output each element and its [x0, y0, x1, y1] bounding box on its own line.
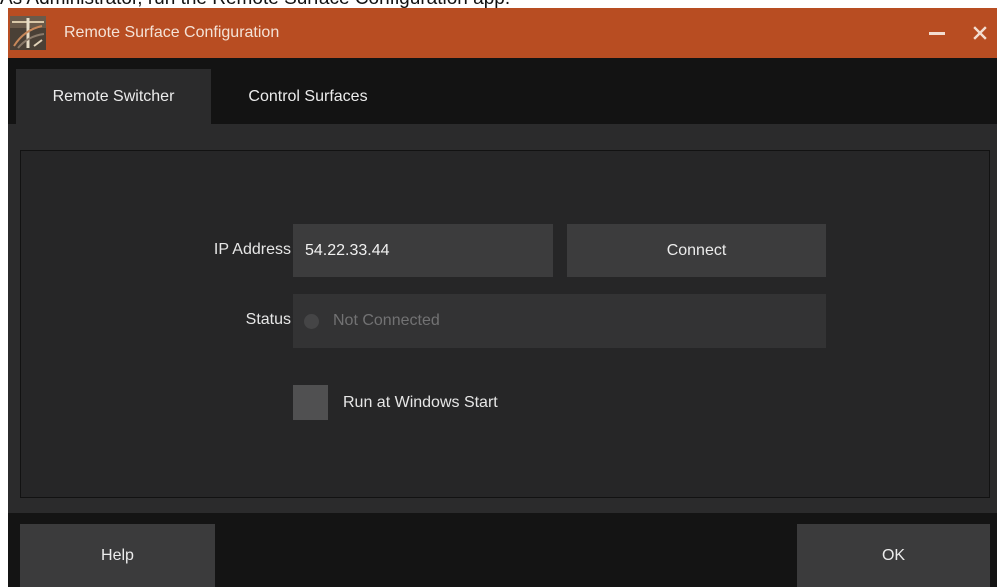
status-field: Not Connected	[293, 294, 826, 348]
title-bar: Remote Surface Configuration	[8, 8, 997, 58]
close-button[interactable]	[963, 8, 997, 58]
status-label: Status	[245, 311, 291, 328]
remote-switcher-panel: IP Address 54.22.33.44 Connect Status No…	[20, 150, 990, 498]
minimize-button[interactable]	[917, 8, 957, 58]
connect-button[interactable]: Connect	[567, 224, 826, 277]
tab-control-surfaces[interactable]: Control Surfaces	[224, 69, 392, 124]
close-icon	[973, 26, 987, 40]
window-title: Remote Surface Configuration	[64, 24, 280, 41]
ok-button[interactable]: OK	[797, 524, 990, 587]
tab-bar: Remote Switcher Control Surfaces	[8, 58, 997, 124]
tab-remote-switcher[interactable]: Remote Switcher	[16, 69, 211, 124]
remote-surface-configuration-window: Remote Surface Configuration Remote Swit…	[8, 8, 997, 587]
minimize-icon	[929, 32, 945, 35]
status-indicator-icon	[304, 314, 319, 329]
run-at-windows-start-checkbox[interactable]	[293, 385, 328, 420]
ip-address-input[interactable]: 54.22.33.44	[293, 224, 553, 277]
ip-address-label: IP Address	[213, 241, 291, 258]
tab-content: IP Address 54.22.33.44 Connect Status No…	[8, 124, 997, 513]
app-logo-icon	[10, 16, 46, 50]
footer-bar: Help OK	[8, 513, 997, 587]
run-at-windows-start-label[interactable]: Run at Windows Start	[343, 385, 498, 420]
status-value: Not Connected	[333, 312, 440, 329]
help-button[interactable]: Help	[20, 524, 215, 587]
